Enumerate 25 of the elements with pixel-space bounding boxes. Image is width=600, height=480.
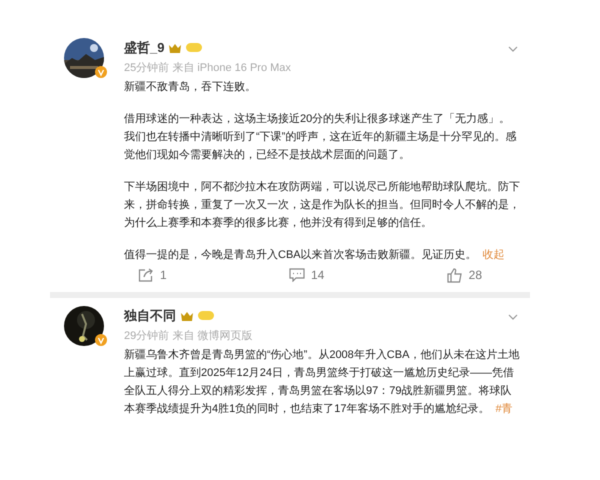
username[interactable]: 独自不同 xyxy=(124,306,176,326)
post-text: 新疆乌鲁木齐曾是青岛男篮的“伤心地”。从2008年升入CBA，他们从未在这片土地上赢过球。直到2025年12月24日，青岛男篮终于打破这一尴尬历史纪录——凭借全队五人得分上双的精彩发挥，青岛男篮在客场以97：79战胜新疆男篮。将球队本赛季战绩提升为4胜1负的同时，也结束了17年客场不胜对手的尴尬纪录。 #青 xyxy=(124,348,520,417)
comment-button[interactable]: 14 xyxy=(288,266,324,284)
share-button[interactable]: 1 xyxy=(138,266,167,284)
collapse-link[interactable]: 收起 xyxy=(482,249,505,261)
chevron-down-icon[interactable] xyxy=(508,314,518,320)
thumbs-up-icon xyxy=(446,268,463,282)
crown-icon xyxy=(180,310,194,321)
post-text: 借用球迷的一种表达，这场主场接近20分的失利让很多球迷产生了「无力感」。我们也在转播中清晰听到了“下课”的呼声，这在近年的新疆主场是十分罕见的。感觉他们现如今需要解决的，已经不是技战术层面的问题了。 xyxy=(124,112,518,163)
verified-icon xyxy=(95,334,107,346)
verified-icon xyxy=(95,66,107,78)
comment-icon xyxy=(288,268,305,282)
crown-icon xyxy=(168,42,182,53)
post-text: 下半场困境中，阿不都沙拉木在攻防两端，可以说尽己所能地帮助球队爬坑。防下来，拼命转换，重复了一次又一次，这是作为队长的担当。但同时令人不解的是，为什么上赛季和本赛季的很多比赛，他并没有得到足够的信任。 xyxy=(124,180,520,231)
post-text: 值得一提的是，今晚是青岛升入CBA以来首次客场击败新疆。见证历史。 收起 xyxy=(124,248,506,263)
like-button[interactable]: 28 xyxy=(446,266,482,284)
hashtag-link[interactable]: #青 xyxy=(495,403,513,415)
share-icon xyxy=(138,268,154,282)
chevron-down-icon[interactable] xyxy=(508,46,518,52)
level-badge-icon xyxy=(186,43,202,52)
username[interactable]: 盛哲_9 xyxy=(124,38,164,58)
post-meta: 25分钟前 来自 iPhone 16 Pro Max xyxy=(124,60,292,76)
post-text: 新疆不敌青岛，吞下连败。 xyxy=(124,80,257,95)
post-meta: 29分钟前 来自 微博网页版 xyxy=(124,328,254,344)
level-badge-icon xyxy=(198,311,214,320)
